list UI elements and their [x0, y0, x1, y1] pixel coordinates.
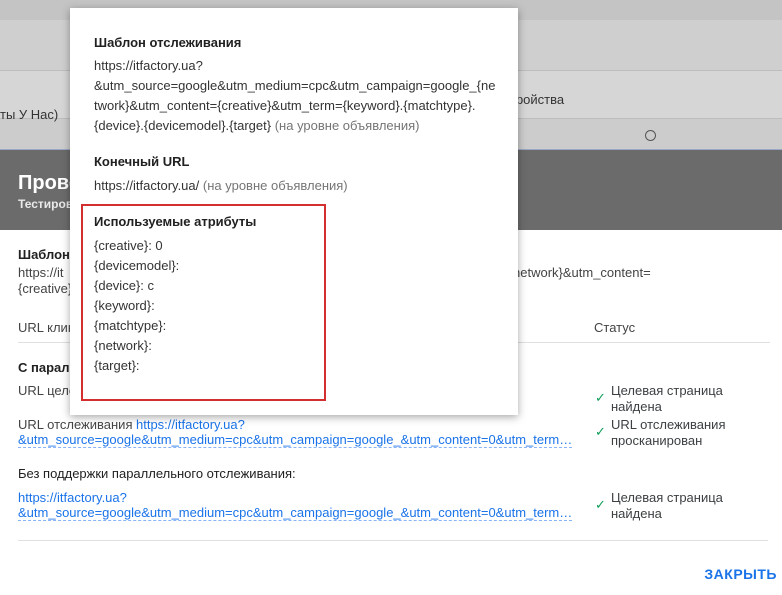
final-url-label: URL целе [18, 383, 77, 398]
attribute-item: {matchtype}: [94, 318, 167, 333]
column-header-url: URL клик [18, 320, 74, 335]
status-text: найдена [611, 399, 662, 414]
status-text: просканирован [611, 433, 703, 448]
template-line: twork}&utm_content={creative}&utm_term={… [94, 98, 476, 113]
status-text: найдена [611, 506, 662, 521]
no-parallel-link-line1[interactable]: https://itfactory.ua? [18, 490, 127, 505]
checkmark-icon: ✓ [595, 497, 606, 512]
status-landing-found-2: Целевая страница найдена [611, 490, 723, 522]
attributes-heading: Используемые атрибуты [94, 214, 257, 229]
checkmark-icon: ✓ [595, 424, 606, 439]
tracking-url-link-line2[interactable]: &utm_source=google&utm_medium=cpc&utm_ca… [18, 432, 573, 448]
tracking-url-link-line1[interactable]: https://itfactory.ua? [136, 417, 245, 432]
tracking-url-label: URL отслеживания [18, 417, 133, 432]
attribute-item: {keyword}: [94, 298, 155, 313]
tracking-details-popover: Шаблон отслеживания https://itfactory.ua… [70, 8, 518, 415]
attribute-item: {network}: [94, 338, 152, 353]
template-value-line2: {creative} [18, 281, 73, 296]
template-label: Шаблон [18, 247, 70, 262]
no-parallel-link-line2[interactable]: &utm_source=google&utm_medium=cpc&utm_ca… [18, 505, 573, 521]
parallel-heading: С парал [18, 360, 70, 375]
no-parallel-heading: Без поддержки параллельного отслеживания… [18, 466, 296, 481]
footer-divider [18, 540, 768, 541]
final-url-row: https://itfactory.ua/ (на уровне объявле… [94, 178, 348, 193]
final-url-level: (на уровне объявления) [202, 178, 348, 193]
attribute-item: {devicemodel}: [94, 258, 180, 273]
status-text: Целевая страница [611, 490, 723, 505]
template-value-left: https://it [18, 265, 64, 280]
checkmark-icon: ✓ [595, 390, 606, 405]
template-line-last: {device}.{devicemodel}.{target} (на уров… [94, 118, 419, 133]
template-heading: Шаблон отслеживания [94, 35, 242, 50]
background-text-right: тройства [510, 92, 565, 107]
template-level: (на уровне объявления) [274, 118, 420, 133]
close-button[interactable]: ЗАКРЫТЬ [704, 566, 777, 582]
status-text: Целевая страница [611, 383, 723, 398]
radio-button-icon [645, 130, 656, 141]
dialog-subtitle: Тестиров [18, 197, 74, 211]
template-line: &utm_source=google&utm_medium=cpc&utm_ca… [94, 78, 496, 93]
status-landing-found: Целевая страница найдена [611, 383, 723, 415]
attribute-item: {creative}: 0 [94, 238, 163, 253]
final-url-value: https://itfactory.ua/ [94, 178, 200, 193]
template-value-right: network}&utm_content= [513, 265, 651, 280]
final-url-heading: Конечный URL [94, 154, 190, 169]
template-line: https://itfactory.ua? [94, 58, 203, 73]
attribute-item: {target}: [94, 358, 140, 373]
template-line-text: {device}.{devicemodel}.{target} [94, 118, 272, 133]
column-header-status: Статус [594, 320, 636, 335]
status-text: URL отслеживания [611, 417, 726, 432]
background-text-left: ты У Нас) [0, 107, 59, 122]
status-tracking-scanned: URL отслеживания просканирован [611, 417, 726, 449]
attribute-item: {device}: c [94, 278, 154, 293]
